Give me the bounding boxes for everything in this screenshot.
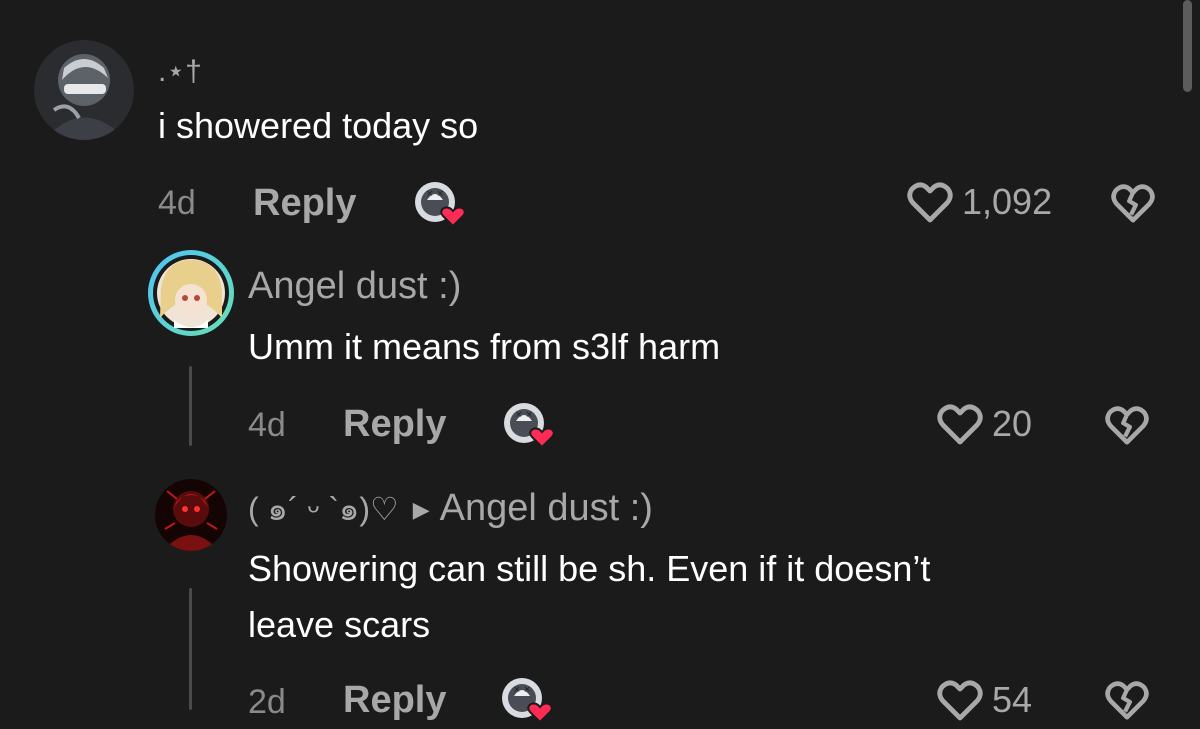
thread-line bbox=[189, 588, 192, 710]
comment-text: i showered today so bbox=[158, 105, 479, 146]
reply-button[interactable]: Reply bbox=[253, 181, 356, 225]
broken-heart-icon[interactable] bbox=[1110, 181, 1156, 225]
replying-to-username[interactable]: Angel dust :) bbox=[440, 487, 653, 529]
reply-arrow-icon: ▶ bbox=[412, 496, 430, 522]
like-count: 54 bbox=[992, 679, 1033, 720]
comment-text-line-2: leave scars bbox=[248, 604, 431, 645]
svg-text:× ×: × × bbox=[513, 685, 531, 695]
reply-button[interactable]: Reply bbox=[343, 402, 446, 446]
creator-heart-badge-icon: × × bbox=[500, 676, 554, 724]
like-button[interactable]: 54 bbox=[936, 678, 1032, 722]
username[interactable]: ( ๑´ ᵕ `๑)♡ ▶ Angel dust :) bbox=[248, 486, 653, 532]
thread-line bbox=[189, 366, 192, 446]
svg-text:× ×: × × bbox=[426, 189, 444, 199]
broken-heart-icon[interactable] bbox=[1104, 678, 1150, 722]
broken-heart-icon[interactable] bbox=[1104, 403, 1150, 447]
like-count: 1,092 bbox=[962, 181, 1053, 222]
svg-text:× ×: × × bbox=[515, 410, 533, 420]
like-count: 20 bbox=[992, 403, 1033, 444]
username[interactable]: .⋆† bbox=[158, 50, 202, 94]
creator-heart-badge-icon: × × bbox=[413, 180, 467, 228]
username-text: ( ๑´ ᵕ `๑)♡ bbox=[248, 491, 399, 527]
like-button[interactable]: 1,092 bbox=[906, 180, 1052, 224]
reply-button[interactable]: Reply bbox=[343, 678, 446, 722]
comment-time: 2d bbox=[248, 683, 286, 721]
comment-text: Umm it means from s3lf harm bbox=[248, 326, 721, 367]
heart-outline-icon bbox=[907, 182, 953, 223]
avatar[interactable] bbox=[155, 479, 227, 551]
avatar[interactable] bbox=[34, 40, 134, 140]
like-button[interactable]: 20 bbox=[936, 402, 1032, 446]
username[interactable]: Angel dust :) bbox=[248, 264, 461, 308]
creator-heart-badge-icon: × × bbox=[502, 401, 556, 449]
avatar-story-ring[interactable] bbox=[146, 248, 236, 338]
scrollbar[interactable] bbox=[1183, 0, 1192, 92]
heart-outline-icon bbox=[937, 680, 983, 721]
comment-time: 4d bbox=[248, 406, 286, 444]
comment-time: 4d bbox=[158, 184, 196, 222]
heart-outline-icon bbox=[937, 404, 983, 445]
comment-text-line-1: Showering can still be sh. Even if it do… bbox=[248, 548, 931, 589]
